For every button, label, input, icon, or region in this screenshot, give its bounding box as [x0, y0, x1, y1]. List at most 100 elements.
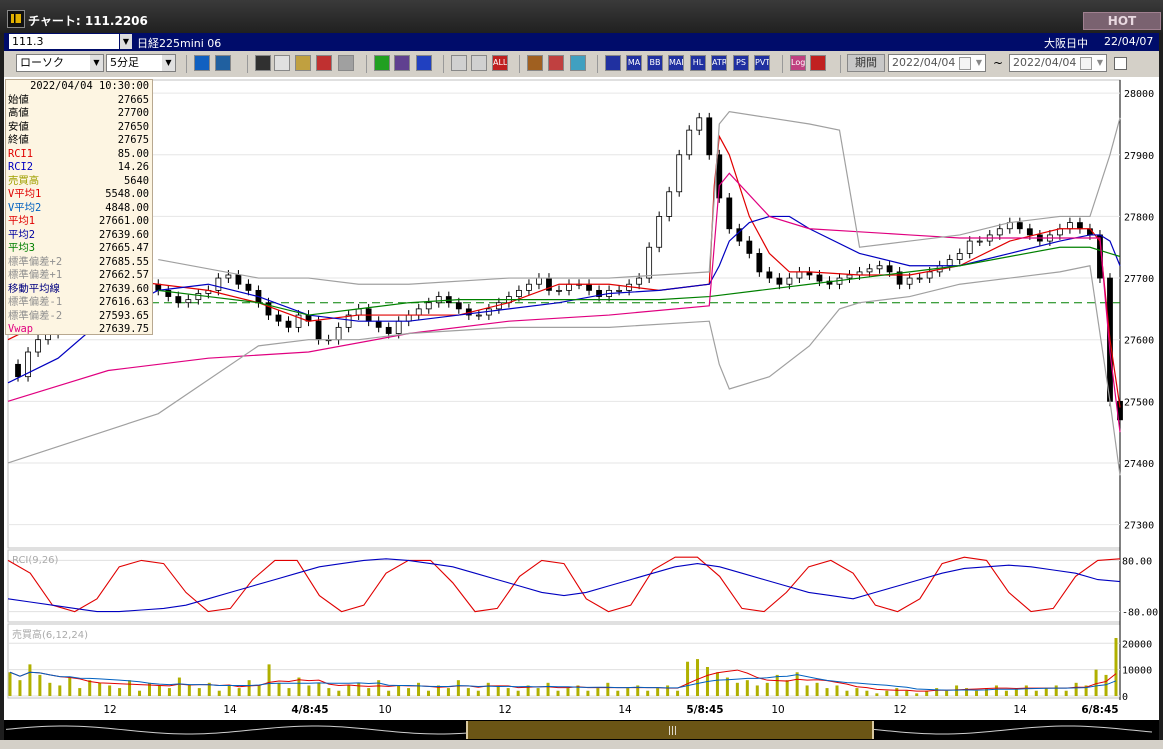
series-line-6: [7, 265, 1121, 476]
info-value: 27665.47: [98, 242, 149, 254]
volume-bar: [177, 677, 181, 696]
volume-bar: [785, 680, 789, 696]
info-label: RCI1: [8, 147, 34, 160]
info-value: 27616.63: [98, 296, 149, 308]
price-tick-label: 27600: [1124, 336, 1154, 347]
volume-bar: [566, 688, 570, 696]
info-value: 5640: [123, 174, 149, 187]
candle-body: [15, 363, 21, 378]
candle-body: [315, 320, 322, 341]
info-label: V平均2: [8, 201, 42, 214]
volume-bar: [875, 693, 879, 696]
volume-bar: [237, 688, 241, 696]
volume-bar: [815, 682, 819, 696]
grip-icon[interactable]: |||: [668, 726, 677, 736]
series-line-4: [7, 172, 1121, 433]
info-value: 4848.00: [105, 201, 149, 214]
info-label: 高値: [8, 107, 29, 119]
candle-body: [536, 277, 542, 285]
ohlc-info-panel: 2022/04/04 10:30:00 始値 27665 高値 27700 安値 2765…: [5, 79, 153, 335]
volume-tick-label: 20000: [1122, 639, 1152, 650]
candle-body: [796, 271, 803, 279]
candle-body: [776, 277, 783, 285]
info-label: 平均3: [8, 242, 36, 254]
time-tick-label: 12: [103, 704, 116, 716]
info-label: Vwap: [8, 323, 34, 335]
info-label: 始値: [8, 93, 29, 106]
candle-body: [285, 320, 292, 328]
volume-bar: [755, 685, 759, 696]
price-chart[interactable]: 28000 27900 27800 27700 27600 27500 27400 27300…: [0, 0, 1163, 740]
volume-bar: [745, 680, 749, 696]
volume-bar: [98, 682, 102, 696]
info-label: 標準偏差-1: [8, 296, 63, 308]
time-tick-label: 14: [618, 704, 632, 716]
volume-bar: [187, 685, 191, 696]
volume-bar: [516, 690, 520, 696]
candle-body: [195, 293, 202, 301]
candle-body: [566, 283, 572, 291]
volume-bar: [805, 685, 809, 696]
status-bar: [0, 740, 1163, 749]
rci-line-1: [7, 558, 1121, 613]
candle-body: [636, 277, 643, 285]
info-label: 移動平均線: [8, 282, 60, 295]
info-label: 標準偏差+2: [8, 255, 63, 268]
info-value: 14.26: [117, 161, 149, 173]
volume-tick-label: 0: [1122, 692, 1128, 703]
info-row: 高値 27700: [6, 107, 152, 121]
price-tick-label: 27800: [1124, 212, 1154, 223]
volume-bar: [895, 688, 899, 696]
volume-bar: [975, 690, 979, 696]
candle-body: [586, 283, 592, 291]
volume-bar: [197, 688, 201, 696]
info-label: 標準偏差+1: [8, 269, 63, 281]
info-row: 平均1 27661.00: [6, 215, 152, 229]
volume-bar: [676, 690, 680, 696]
candle-body: [395, 320, 402, 334]
series-line-1: [7, 134, 1121, 408]
price-tick-label: 27900: [1124, 151, 1154, 162]
volume-bar: [367, 688, 371, 696]
info-row: 標準偏差-1 27616.63: [6, 296, 152, 310]
price-panel-frame: [7, 79, 1121, 549]
volume-bar: [486, 682, 490, 696]
volume-bar: [157, 685, 161, 696]
volume-bar: [885, 690, 889, 696]
candle-body: [275, 314, 282, 322]
candle-body: [816, 274, 823, 282]
time-tick-label: 5/8:45: [686, 704, 723, 716]
info-row: V平均2 4848.00: [6, 202, 152, 216]
volume-bar: [68, 677, 72, 696]
volume-bar: [1024, 685, 1028, 696]
info-datetime: 2022/04/04 10:30:00: [30, 80, 149, 92]
info-datetime-row: 2022/04/04 10:30:00: [6, 80, 152, 94]
volume-bar: [317, 682, 321, 696]
volume-bar: [476, 690, 480, 696]
volume-bar: [1114, 638, 1118, 696]
volume-bar: [1104, 674, 1108, 696]
candle-body: [906, 277, 913, 285]
volume-bar: [686, 661, 690, 696]
info-row: RCI1 85.00: [6, 148, 152, 162]
volume-bar: [835, 685, 839, 696]
rci-tick-label: -80.00: [1122, 608, 1158, 619]
volume-bar: [606, 682, 610, 696]
volume-bar: [58, 685, 62, 696]
price-tick-label: 27300: [1124, 521, 1154, 532]
time-tick-label: 6/8:45: [1081, 704, 1118, 716]
volume-bar: [347, 685, 351, 696]
candle-body: [686, 129, 693, 156]
volume-bar: [8, 672, 12, 696]
candle-body: [676, 154, 683, 193]
candle-body: [415, 308, 422, 316]
info-value: 27700: [117, 107, 149, 119]
info-value: 27661.00: [98, 215, 149, 227]
volume-bar: [865, 690, 869, 696]
info-row: 平均2 27639.60: [6, 229, 152, 243]
volume-bar: [48, 682, 52, 696]
volume-bar: [915, 693, 919, 696]
volume-bar: [257, 685, 261, 696]
info-label: 売買高: [8, 174, 40, 187]
candle-body: [766, 271, 773, 279]
